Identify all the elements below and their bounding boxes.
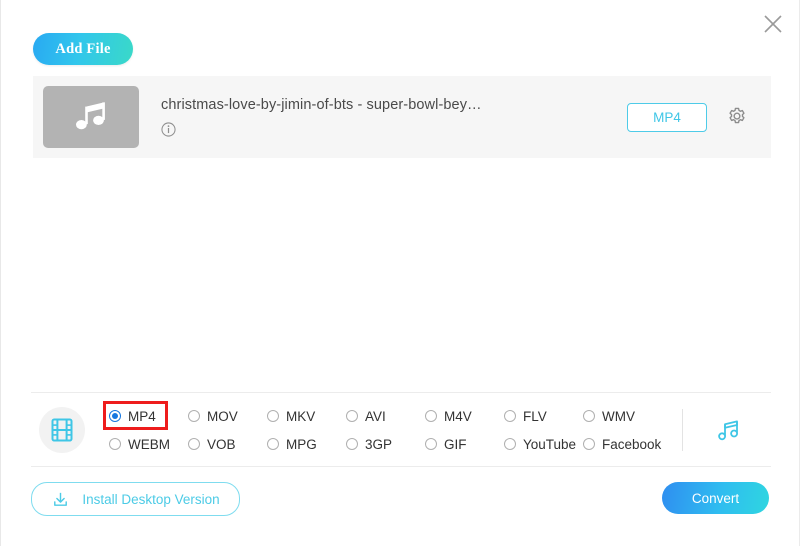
- video-converter-window: Add File christmas-love-by-jimin-of-bts …: [0, 0, 800, 546]
- format-option-label: MOV: [207, 408, 238, 424]
- format-option-label: M4V: [444, 408, 472, 424]
- file-name: christmas-love-by-jimin-of-bts - super-b…: [161, 97, 482, 113]
- format-option-label: MPG: [286, 436, 317, 452]
- toolbar: Add File: [33, 33, 133, 65]
- format-option-label: WEBM: [128, 436, 170, 452]
- format-option-label: 3GP: [365, 436, 393, 452]
- format-option-flv[interactable]: FLV: [504, 402, 583, 430]
- format-option-facebook[interactable]: Facebook: [583, 430, 662, 458]
- radio-indicator: [583, 438, 595, 450]
- format-option-label: MP4: [128, 408, 156, 424]
- format-option-mpg[interactable]: MPG: [267, 430, 346, 458]
- file-actions: MP4: [627, 102, 771, 132]
- format-option-mkv[interactable]: MKV: [267, 402, 346, 430]
- radio-indicator: [267, 410, 279, 422]
- install-desktop-version-button[interactable]: Install Desktop Version: [31, 482, 240, 516]
- output-format-bar: MP4 MOV MKV AVI M4V FLV WMV WEBM VOB MPG…: [33, 397, 769, 463]
- file-thumbnail: [43, 86, 139, 148]
- file-settings-button[interactable]: [725, 105, 749, 129]
- format-option-webm[interactable]: WEBM: [109, 430, 188, 458]
- download-icon: [54, 492, 68, 506]
- format-option-label: YouTube: [523, 436, 577, 452]
- radio-indicator: [583, 410, 595, 422]
- format-option-vob[interactable]: VOB: [188, 430, 267, 458]
- radio-indicator: [267, 438, 279, 450]
- format-option-gif[interactable]: GIF: [425, 430, 504, 458]
- add-file-button[interactable]: Add File: [33, 33, 133, 65]
- music-note-icon: [718, 420, 739, 441]
- format-option-label: VOB: [207, 436, 236, 452]
- divider-bottom: [31, 466, 771, 467]
- radio-indicator: [504, 438, 516, 450]
- radio-indicator: [346, 410, 358, 422]
- format-option-youtube[interactable]: YouTube: [504, 430, 583, 458]
- radio-indicator: [425, 438, 437, 450]
- video-format-tab[interactable]: [39, 407, 85, 453]
- music-note-icon: [76, 102, 105, 130]
- radio-indicator: [425, 410, 437, 422]
- radio-indicator: [109, 438, 121, 450]
- format-option-3gp[interactable]: 3GP: [346, 430, 425, 458]
- format-option-m4v[interactable]: M4V: [425, 402, 504, 430]
- format-option-mp4[interactable]: MP4: [109, 402, 188, 430]
- convert-button[interactable]: Convert: [662, 482, 769, 514]
- info-icon[interactable]: [161, 122, 176, 137]
- format-option-label: AVI: [365, 408, 386, 424]
- format-option-label: GIF: [444, 436, 467, 452]
- file-list-item[interactable]: christmas-love-by-jimin-of-bts - super-b…: [33, 76, 771, 158]
- radio-indicator: [188, 410, 200, 422]
- radio-indicator: [109, 410, 121, 422]
- format-option-avi[interactable]: AVI: [346, 402, 425, 430]
- close-window-button[interactable]: [755, 6, 791, 42]
- format-option-wmv[interactable]: WMV: [583, 402, 662, 430]
- close-icon: [764, 15, 782, 33]
- divider-top: [31, 392, 771, 393]
- file-list: christmas-love-by-jimin-of-bts - super-b…: [33, 76, 771, 158]
- format-option-label: MKV: [286, 408, 316, 424]
- format-option-label: Facebook: [602, 436, 662, 452]
- radio-indicator: [188, 438, 200, 450]
- format-bar-separator: [682, 409, 683, 451]
- format-option-label: WMV: [602, 408, 635, 424]
- output-format-button[interactable]: MP4: [627, 102, 707, 132]
- audio-format-tab[interactable]: [705, 407, 751, 453]
- gear-icon: [729, 107, 745, 124]
- file-info: christmas-love-by-jimin-of-bts - super-b…: [161, 97, 627, 137]
- install-desktop-version-label: Install Desktop Version: [82, 491, 220, 507]
- format-options: MP4 MOV MKV AVI M4V FLV WMV WEBM VOB MPG…: [109, 402, 682, 458]
- format-option-label: FLV: [523, 408, 547, 424]
- film-strip-icon: [51, 418, 73, 442]
- radio-indicator: [346, 438, 358, 450]
- radio-indicator: [504, 410, 516, 422]
- format-option-mov[interactable]: MOV: [188, 402, 267, 430]
